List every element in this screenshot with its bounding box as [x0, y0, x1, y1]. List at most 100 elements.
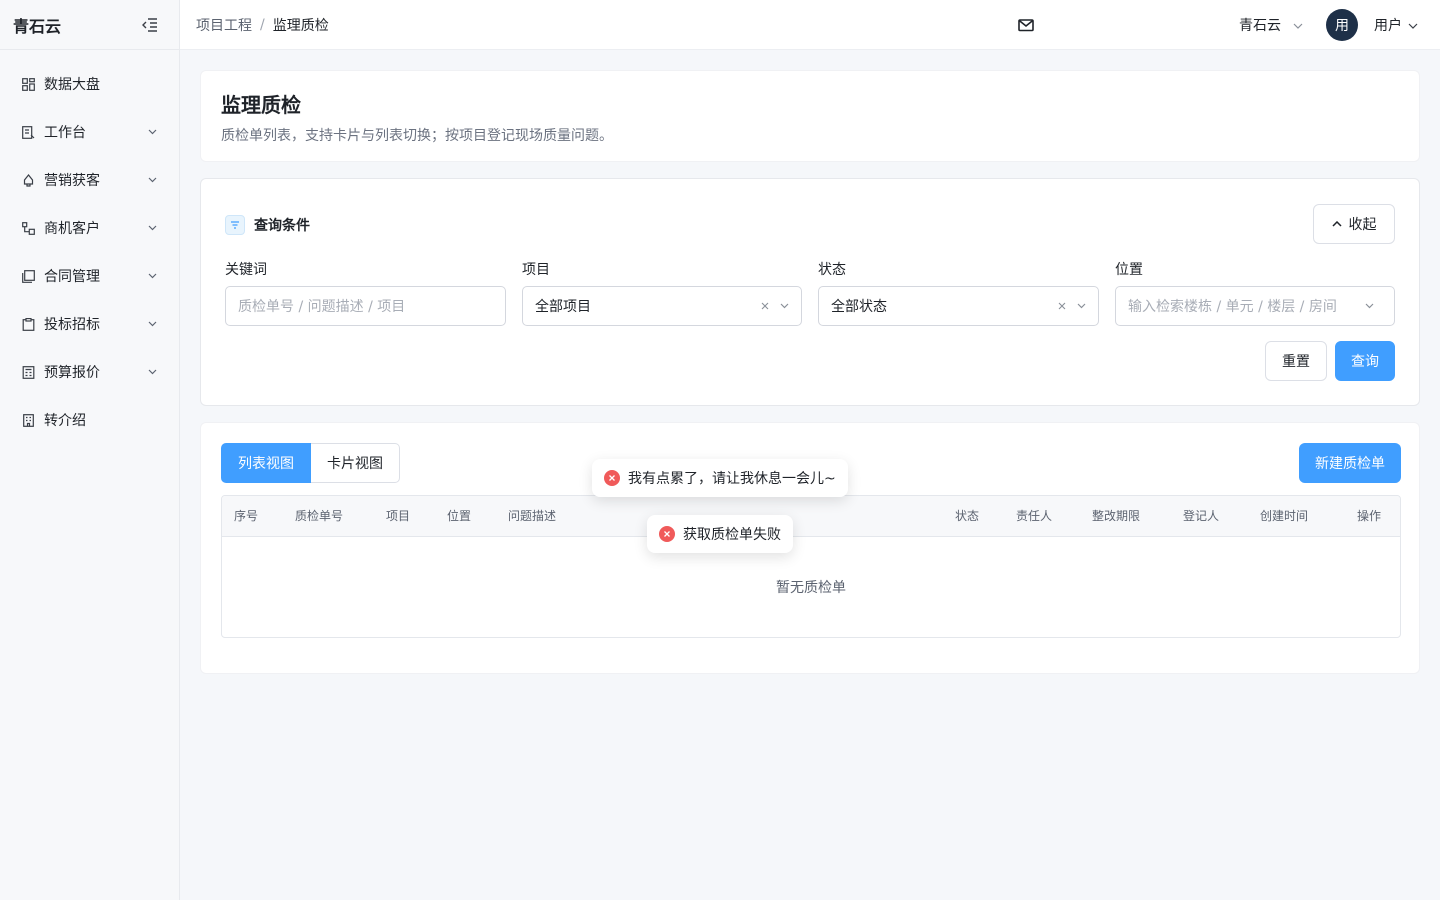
query-button[interactable]: 查询 — [1335, 341, 1395, 381]
calculator-icon — [21, 365, 35, 379]
new-inspection-button[interactable]: 新建质检单 — [1299, 443, 1401, 483]
chevron-down-icon — [147, 127, 157, 137]
project-select[interactable]: 全部项目 — [522, 286, 802, 326]
chevron-down-icon — [147, 271, 157, 281]
sidebar: 青石云 数据大盘 工作台 营销获客 商机客户 合同管理 投标招标 预算报价 转介… — [0, 0, 180, 900]
sidebar-item-dashboard[interactable]: 数据大盘 — [0, 60, 179, 108]
status-field: 状态 全部状态 — [818, 261, 1099, 326]
field-label: 位置 — [1115, 262, 1143, 278]
mail-icon[interactable] — [1017, 16, 1035, 34]
sidebar-item-budget[interactable]: 预算报价 — [0, 348, 179, 396]
keyword-placeholder: 质检单号 / 问题描述 / 项目 — [238, 299, 406, 315]
toast-message: 获取质检单失败 — [683, 527, 781, 543]
error-icon — [604, 470, 620, 486]
sidebar-item-label: 预算报价 — [44, 365, 100, 381]
card-view-button[interactable]: 卡片视图 — [311, 443, 400, 483]
column-header: 问题描述 — [508, 509, 557, 523]
status-select-value: 全部状态 — [831, 299, 887, 315]
collapse-sidebar-icon[interactable] — [141, 16, 159, 34]
chevron-down-icon — [147, 319, 157, 329]
chevron-down-icon — [779, 301, 789, 311]
collapse-query-button[interactable]: 收起 — [1313, 204, 1395, 244]
location-placeholder: 输入检索楼栋 / 单元 / 楼层 / 房间 — [1128, 299, 1337, 315]
clear-icon[interactable] — [1057, 301, 1067, 311]
empty-state: 暂无质检单 — [776, 580, 846, 596]
column-header: 位置 — [447, 509, 472, 523]
reset-button[interactable]: 重置 — [1265, 341, 1327, 381]
marketing-icon — [21, 173, 35, 187]
brand-bar: 青石云 — [0, 0, 179, 50]
clear-icon[interactable] — [760, 301, 770, 311]
top-header: 项目工程 / 监理质检 青石云 用 用户 — [180, 0, 1440, 50]
column-header: 质检单号 — [295, 509, 344, 523]
keyword-input[interactable]: 质检单号 / 问题描述 / 项目 — [225, 286, 506, 326]
building-icon — [21, 413, 35, 427]
sidebar-item-workbench[interactable]: 工作台 — [0, 108, 179, 156]
column-header: 登记人 — [1183, 509, 1220, 523]
bidding-icon — [21, 317, 35, 331]
sidebar-item-label: 数据大盘 — [44, 77, 100, 93]
sidebar-item-referral[interactable]: 转介绍 — [0, 396, 179, 444]
filter-icon — [225, 215, 245, 235]
workbench-icon — [21, 125, 35, 139]
error-icon — [659, 526, 675, 542]
chevron-down-icon — [1408, 17, 1418, 33]
sidebar-item-marketing[interactable]: 营销获客 — [0, 156, 179, 204]
column-header: 操作 — [1357, 509, 1382, 523]
keyword-field: 关键词 质检单号 / 问题描述 / 项目 — [225, 261, 506, 326]
sidebar-item-label: 工作台 — [44, 125, 86, 141]
contract-icon — [21, 269, 35, 283]
inspection-table: 序号 质检单号 项目 位置 问题描述 状态 责任人 整改期限 登记人 创建时间 … — [221, 495, 1401, 638]
location-select[interactable]: 输入检索楼栋 / 单元 / 楼层 / 房间 — [1115, 286, 1395, 326]
project-select-value: 全部项目 — [535, 299, 591, 315]
sidebar-item-bidding[interactable]: 投标招标 — [0, 300, 179, 348]
breadcrumb-parent[interactable]: 项目工程 — [196, 15, 252, 35]
column-header: 责任人 — [1016, 509, 1053, 523]
chevron-down-icon — [1293, 17, 1303, 33]
list-view-button[interactable]: 列表视图 — [221, 443, 311, 483]
sidebar-item-label: 合同管理 — [44, 269, 100, 285]
dashboard-icon — [21, 77, 35, 91]
field-label: 项目 — [522, 262, 550, 278]
table-header: 序号 质检单号 项目 位置 问题描述 状态 责任人 整改期限 登记人 创建时间 … — [222, 496, 1400, 537]
sidebar-item-customers[interactable]: 商机客户 — [0, 204, 179, 252]
sidebar-item-label: 商机客户 — [44, 221, 100, 237]
chevron-up-icon — [1331, 221, 1342, 227]
query-header: 查询条件 — [225, 215, 310, 235]
sidebar-item-label: 投标招标 — [44, 317, 100, 333]
brand-name: 青石云 — [13, 16, 62, 36]
project-field: 项目 全部项目 — [522, 261, 802, 326]
user-menu[interactable]: 用户 — [1374, 0, 1418, 50]
avatar[interactable]: 用 — [1326, 9, 1358, 41]
breadcrumb: 项目工程 / 监理质检 — [196, 15, 329, 35]
sidebar-item-label: 营销获客 — [44, 173, 100, 189]
column-header: 状态 — [955, 509, 980, 523]
column-header: 整改期限 — [1092, 509, 1141, 523]
breadcrumb-current: 监理质检 — [272, 17, 329, 34]
sidebar-item-contract[interactable]: 合同管理 — [0, 252, 179, 300]
chevron-down-icon — [1364, 301, 1374, 311]
page-description: 质检单列表，支持卡片与列表切换；按项目登记现场质量问题。 — [221, 128, 613, 144]
toast-message: 我有点累了，请让我休息一会儿~ — [628, 471, 836, 487]
chevron-down-icon — [147, 223, 157, 233]
status-select[interactable]: 全部状态 — [818, 286, 1099, 326]
field-label: 关键词 — [225, 262, 267, 278]
page-header-card: 监理质检 质检单列表，支持卡片与列表切换；按项目登记现场质量问题。 — [200, 70, 1420, 162]
sidebar-menu: 数据大盘 工作台 营销获客 商机客户 合同管理 投标招标 预算报价 转介绍 — [0, 50, 179, 444]
chevron-down-icon — [147, 367, 157, 377]
breadcrumb-separator: / — [260, 16, 265, 33]
query-panel: 查询条件 收起 关键词 质检单号 / 问题描述 / 项目 项目 全部项目 状态 … — [200, 178, 1420, 406]
column-header: 创建时间 — [1260, 509, 1309, 523]
chevron-down-icon — [147, 175, 157, 185]
location-field: 位置 输入检索楼栋 / 单元 / 楼层 / 房间 — [1115, 261, 1395, 326]
field-label: 状态 — [818, 262, 846, 278]
sidebar-item-label: 转介绍 — [44, 413, 86, 429]
view-toggle: 列表视图 卡片视图 — [221, 443, 400, 483]
org-switcher[interactable]: 青石云 — [1239, 0, 1303, 50]
customers-icon — [21, 221, 35, 235]
org-name: 青石云 — [1239, 18, 1281, 34]
query-title: 查询条件 — [254, 218, 310, 234]
page-title: 监理质检 — [221, 93, 301, 117]
collapse-label: 收起 — [1348, 217, 1377, 233]
user-name: 用户 — [1374, 18, 1402, 34]
